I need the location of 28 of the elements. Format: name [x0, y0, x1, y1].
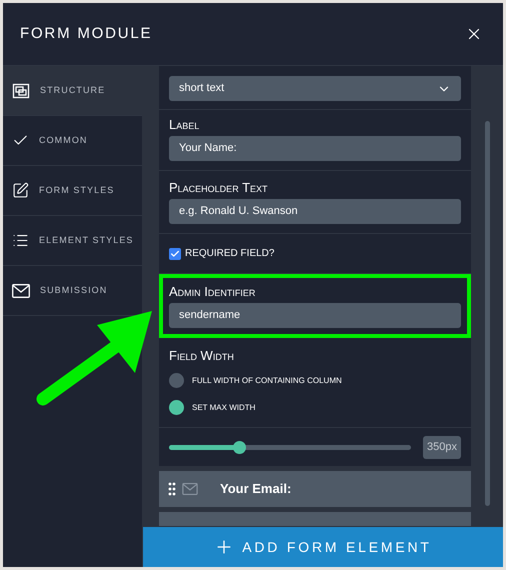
mail-icon	[12, 284, 30, 298]
field-label: Label	[169, 117, 200, 132]
element-label: Your Email:	[220, 480, 292, 498]
edit-icon	[12, 182, 29, 199]
radio-button[interactable]	[169, 400, 184, 415]
value-tooltip: 350px	[423, 436, 461, 458]
form-element-row[interactable]: Your Email:	[159, 471, 471, 507]
radio-label: SET MAX WIDTH	[192, 402, 256, 414]
input-field[interactable]: sendername	[169, 303, 461, 328]
window-title: FORM MODULE	[20, 24, 152, 44]
checkbox-label: REQUIRED FIELD?	[185, 248, 274, 260]
add-form-element-button[interactable]: ADD FORM ELEMENT	[143, 527, 503, 567]
structure-icon	[12, 82, 30, 98]
mail-icon	[182, 483, 198, 495]
field-label: Admin Identifier	[169, 284, 256, 299]
slider-thumb[interactable]	[233, 440, 246, 454]
drag-handle-icon[interactable]	[168, 482, 176, 496]
radio-label: FULL WIDTH OF CONTAINING COLUMN	[192, 374, 342, 386]
input-field[interactable]: e.g. Ronald U. Swanson	[169, 199, 461, 224]
type-select[interactable]: short text	[169, 76, 461, 101]
checkbox[interactable]	[169, 248, 181, 260]
field-label: Placeholder Text	[169, 180, 269, 195]
list-icon	[12, 232, 29, 249]
sidebar-item[interactable]: STRUCTURE	[3, 66, 142, 116]
input-field[interactable]: Your Name:	[169, 136, 461, 161]
field-label: Field Width	[169, 348, 235, 363]
radio-button[interactable]	[169, 373, 184, 388]
scrollbar[interactable]	[484, 121, 490, 506]
